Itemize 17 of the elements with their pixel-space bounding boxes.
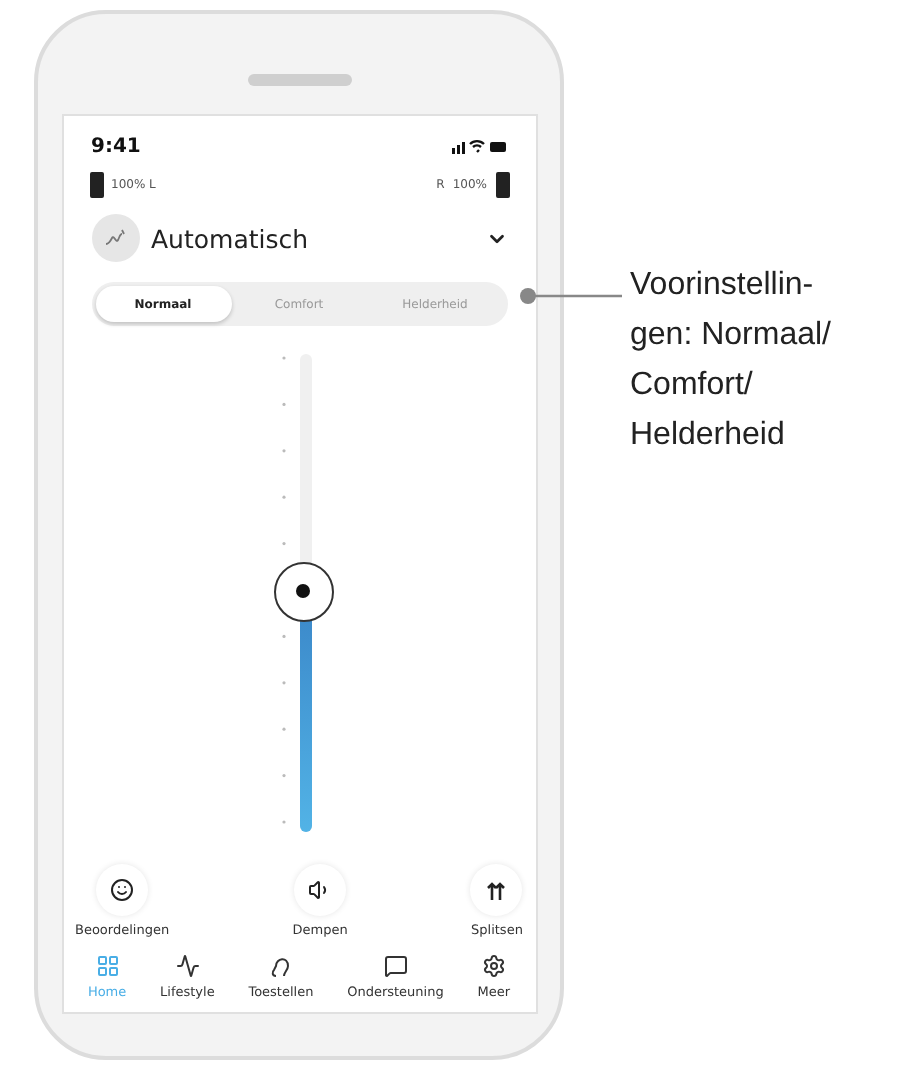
callout-text: Voorinstellin- gen: Normaal/ Comfort/ Helderheid [630,266,831,456]
settings-icon [481,954,506,978]
smiley-icon [110,878,135,902]
hearing-aid-icon [268,954,293,978]
split-icon [486,880,507,900]
pulse-icon [175,954,200,978]
status-time: 9:41 [91,135,141,157]
speaker-slot [247,74,351,86]
status-icons-drawing [451,138,507,154]
battery-icon [89,172,103,198]
hearing-program-icon [103,228,127,248]
chat-icon [383,954,408,978]
leader-line [518,286,622,306]
battery-icon [495,172,509,198]
grid-icon [95,954,120,978]
program-name: Automatisch [151,223,311,253]
slider-thumb[interactable] [273,561,333,622]
